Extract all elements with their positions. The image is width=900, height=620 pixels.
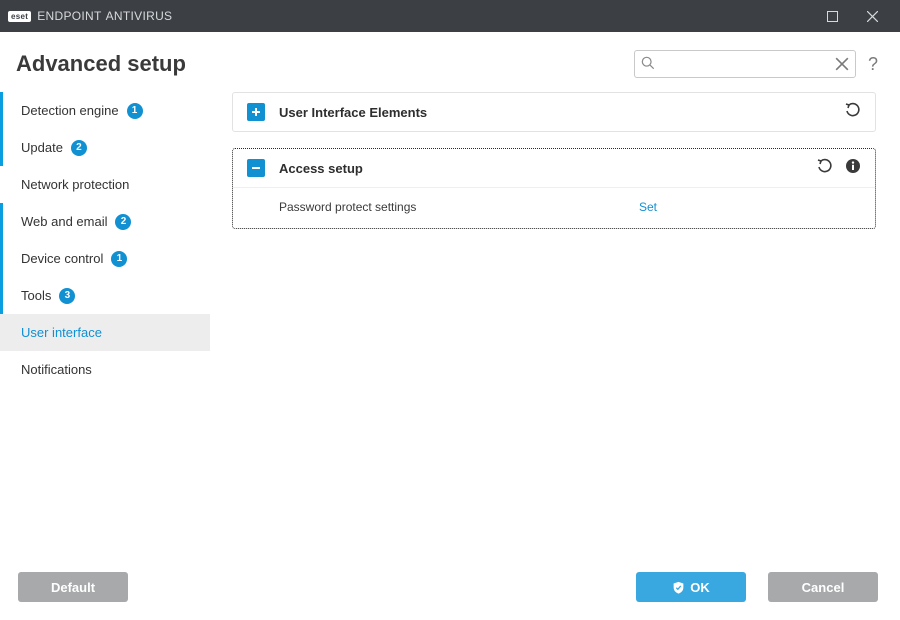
- brand-badge: eset: [8, 11, 31, 22]
- sidebar-badge: 1: [111, 251, 127, 267]
- info-icon: [845, 158, 861, 174]
- set-password-link[interactable]: Set: [639, 200, 657, 214]
- sidebar-item-update[interactable]: Update 2: [0, 129, 210, 166]
- revert-button[interactable]: [845, 102, 861, 123]
- sidebar-item-label: Network protection: [21, 177, 129, 192]
- plus-icon: [250, 106, 262, 118]
- sidebar-item-web-and-email[interactable]: Web and email 2: [0, 203, 210, 240]
- search-clear-button[interactable]: [835, 57, 849, 76]
- cancel-button[interactable]: Cancel: [768, 572, 878, 602]
- titlebar: eset ENDPOINT ANTIVIRUS: [0, 0, 900, 32]
- sidebar-item-label: Tools: [21, 288, 51, 303]
- button-label: Cancel: [802, 580, 845, 595]
- panel-access-setup: Access setup Password protect settings S…: [232, 148, 876, 229]
- panel-title: Access setup: [279, 161, 805, 176]
- brand-name: ENDPOINT: [37, 9, 101, 23]
- brand-product: ANTIVIRUS: [106, 9, 173, 23]
- setting-row-password-protect: Password protect settings Set: [279, 200, 861, 214]
- close-icon: [867, 11, 878, 22]
- undo-icon: [817, 158, 833, 174]
- sidebar-item-label: Device control: [21, 251, 103, 266]
- expand-button[interactable]: [247, 103, 265, 121]
- shield-icon: [672, 581, 685, 594]
- sidebar-item-label: User interface: [21, 325, 102, 340]
- header-row: Advanced setup ?: [0, 32, 900, 88]
- search-icon: [641, 56, 655, 75]
- sidebar-item-label: Web and email: [21, 214, 107, 229]
- collapse-button[interactable]: [247, 159, 265, 177]
- search-box[interactable]: [634, 50, 856, 78]
- revert-button[interactable]: [817, 158, 833, 179]
- panel-header-ui-elements[interactable]: User Interface Elements: [233, 93, 875, 131]
- panel-title: User Interface Elements: [279, 105, 833, 120]
- help-button[interactable]: ?: [868, 54, 878, 75]
- sidebar-badge: 3: [59, 288, 75, 304]
- maximize-icon: [827, 11, 838, 22]
- sidebar-item-tools[interactable]: Tools 3: [0, 277, 210, 314]
- panel-body-access-setup: Password protect settings Set: [233, 187, 875, 228]
- sidebar-item-label: Notifications: [21, 362, 92, 377]
- sidebar-badge: 2: [115, 214, 131, 230]
- button-label: Default: [51, 580, 95, 595]
- sidebar-item-label: Detection engine: [21, 103, 119, 118]
- x-icon: [835, 57, 849, 71]
- panel-ui-elements: User Interface Elements: [232, 92, 876, 132]
- setting-label: Password protect settings: [279, 200, 639, 214]
- page-title: Advanced setup: [16, 51, 634, 77]
- sidebar-item-detection-engine[interactable]: Detection engine 1: [0, 92, 210, 129]
- button-label: OK: [690, 580, 710, 595]
- sidebar-item-device-control[interactable]: Device control 1: [0, 240, 210, 277]
- sidebar: Detection engine 1 Update 2 Network prot…: [0, 88, 210, 558]
- sidebar-item-network-protection[interactable]: Network protection: [0, 166, 210, 203]
- default-button[interactable]: Default: [18, 572, 128, 602]
- undo-icon: [845, 102, 861, 118]
- sidebar-item-user-interface[interactable]: User interface: [0, 314, 210, 351]
- ok-button[interactable]: OK: [636, 572, 746, 602]
- sidebar-badge: 2: [71, 140, 87, 156]
- sidebar-item-notifications[interactable]: Notifications: [0, 351, 210, 388]
- minus-icon: [250, 162, 262, 174]
- window-maximize-button[interactable]: [812, 0, 852, 32]
- window-close-button[interactable]: [852, 0, 892, 32]
- info-button[interactable]: [845, 158, 861, 179]
- footer: Default OK Cancel: [0, 558, 900, 620]
- panel-header-access-setup[interactable]: Access setup: [233, 149, 875, 187]
- sidebar-badge: 1: [127, 103, 143, 119]
- main-content: User Interface Elements Access setup: [210, 88, 900, 558]
- sidebar-item-label: Update: [21, 140, 63, 155]
- search-input[interactable]: [635, 51, 855, 77]
